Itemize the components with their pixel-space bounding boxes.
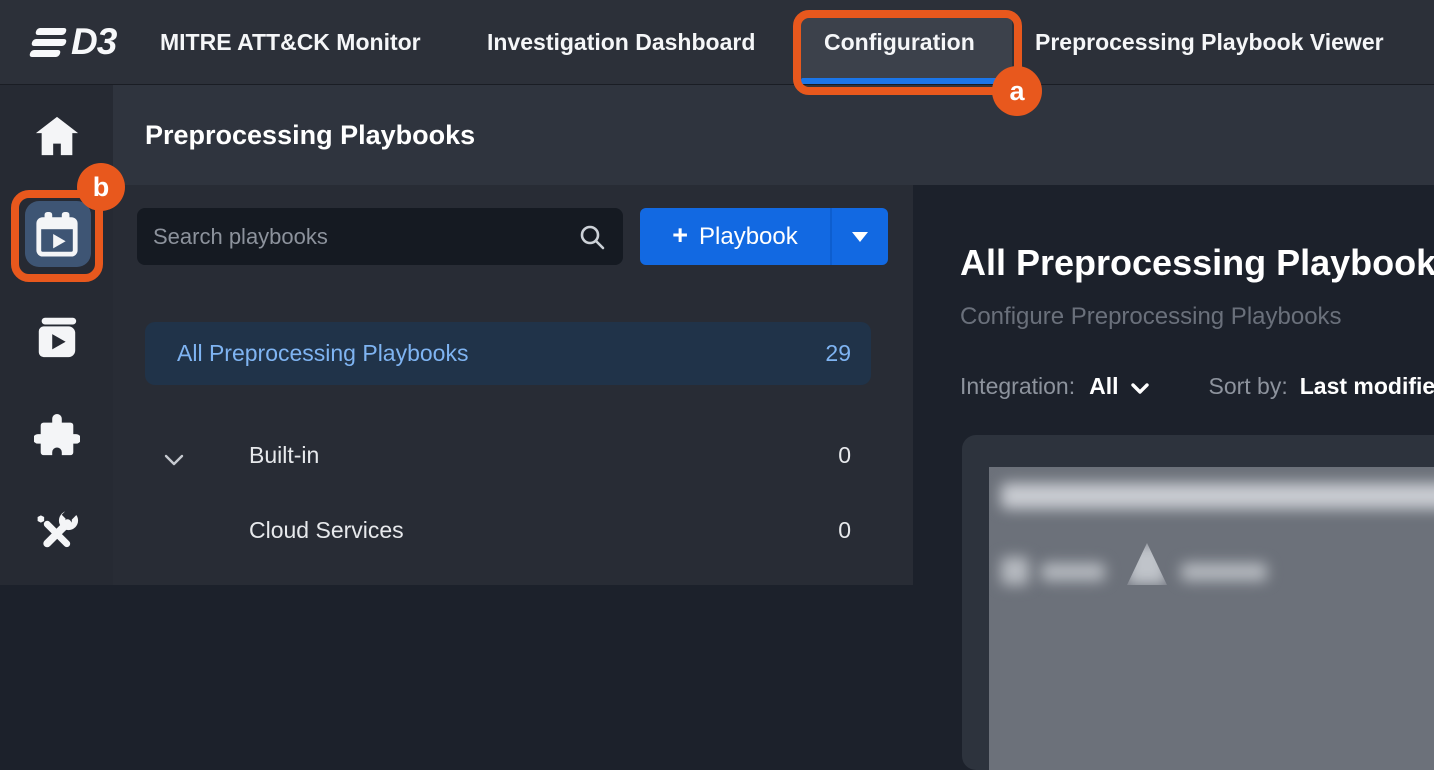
redacted-title-line bbox=[1001, 483, 1434, 509]
d3-logo[interactable]: D3 bbox=[30, 0, 116, 84]
nav-item-investigation-dashboard[interactable]: Investigation Dashboard bbox=[487, 0, 755, 84]
left-icon-sidebar bbox=[0, 85, 113, 585]
preprocessing-playbook-calendar-icon bbox=[34, 211, 80, 262]
chevron-down-icon[interactable] bbox=[1130, 382, 1150, 396]
sidebar-item-home[interactable] bbox=[0, 113, 113, 164]
top-navigation-bar: D3 MITRE ATT&CK Monitor Investigation Da… bbox=[0, 0, 1434, 85]
list-item-label: Built-in bbox=[249, 442, 319, 469]
utilities-tools-icon bbox=[34, 509, 80, 560]
list-item-label: Cloud Services bbox=[249, 517, 404, 544]
list-item-built-in[interactable]: Built-in 0 bbox=[145, 425, 871, 485]
sort-group: Sort by: Last modified bbox=[1208, 373, 1434, 400]
page-title: Preprocessing Playbooks bbox=[145, 85, 475, 185]
integration-filter-value[interactable]: All bbox=[1089, 373, 1118, 400]
list-item-cloud-services[interactable]: Cloud Services 0 bbox=[145, 500, 871, 560]
caret-down-icon bbox=[852, 232, 868, 242]
sidebar-item-utilities[interactable] bbox=[0, 509, 113, 560]
list-item-count: 0 bbox=[838, 517, 851, 544]
home-icon bbox=[34, 113, 80, 164]
playbook-list-panel: + Playbook All Preprocessing Playbooks 2… bbox=[113, 185, 913, 585]
add-playbook-label: Playbook bbox=[699, 223, 798, 251]
search-input[interactable] bbox=[137, 224, 579, 250]
detail-panel-title: All Preprocessing Playbooks bbox=[960, 242, 1434, 284]
sidebar-item-integrations[interactable] bbox=[0, 413, 113, 464]
integration-filter-label: Integration: bbox=[960, 373, 1075, 400]
add-playbook-split-button: + Playbook bbox=[640, 208, 888, 265]
add-playbook-button[interactable]: + Playbook bbox=[640, 208, 830, 265]
list-item-all-preprocessing-playbooks[interactable]: All Preprocessing Playbooks 29 bbox=[145, 322, 871, 385]
redacted-card-content bbox=[989, 467, 1434, 770]
search-icon bbox=[579, 224, 605, 250]
redacted-text bbox=[1181, 563, 1267, 581]
plus-icon: + bbox=[672, 222, 688, 249]
redacted-glyph bbox=[1127, 543, 1167, 585]
redacted-text bbox=[1041, 563, 1105, 581]
search-box bbox=[137, 208, 623, 265]
sort-by-value[interactable]: Last modified bbox=[1300, 373, 1434, 400]
list-item-count: 0 bbox=[838, 442, 851, 469]
nav-item-mitre-attack-monitor[interactable]: MITRE ATT&CK Monitor bbox=[160, 0, 421, 84]
sidebar-item-preprocessing-playbooks[interactable] bbox=[0, 211, 113, 262]
filter-row: Integration: All Sort by: Last modified bbox=[960, 373, 1434, 400]
d3-logo-e-icon bbox=[30, 28, 66, 57]
playbook-viewer-book-icon bbox=[34, 313, 80, 364]
redacted-icon bbox=[1001, 557, 1029, 585]
list-item-label: All Preprocessing Playbooks bbox=[177, 340, 468, 367]
integrations-puzzle-icon bbox=[34, 413, 80, 464]
chevron-down-icon[interactable] bbox=[163, 447, 185, 474]
sort-by-label: Sort by: bbox=[1208, 373, 1287, 400]
nav-item-configuration[interactable]: Configuration bbox=[824, 0, 975, 84]
playbook-card[interactable] bbox=[962, 435, 1434, 770]
list-item-count: 29 bbox=[825, 340, 851, 367]
nav-item-preprocessing-playbook-viewer[interactable]: Preprocessing Playbook Viewer bbox=[1035, 0, 1384, 84]
playbook-detail-panel: All Preprocessing Playbooks Configure Pr… bbox=[913, 185, 1434, 585]
page-header: Preprocessing Playbooks bbox=[113, 85, 1434, 185]
d3-logo-text: D3 bbox=[71, 21, 116, 63]
add-playbook-dropdown-button[interactable] bbox=[832, 208, 888, 265]
sidebar-item-playbook-viewer[interactable] bbox=[0, 313, 113, 364]
detail-panel-subtitle: Configure Preprocessing Playbooks bbox=[960, 303, 1342, 331]
